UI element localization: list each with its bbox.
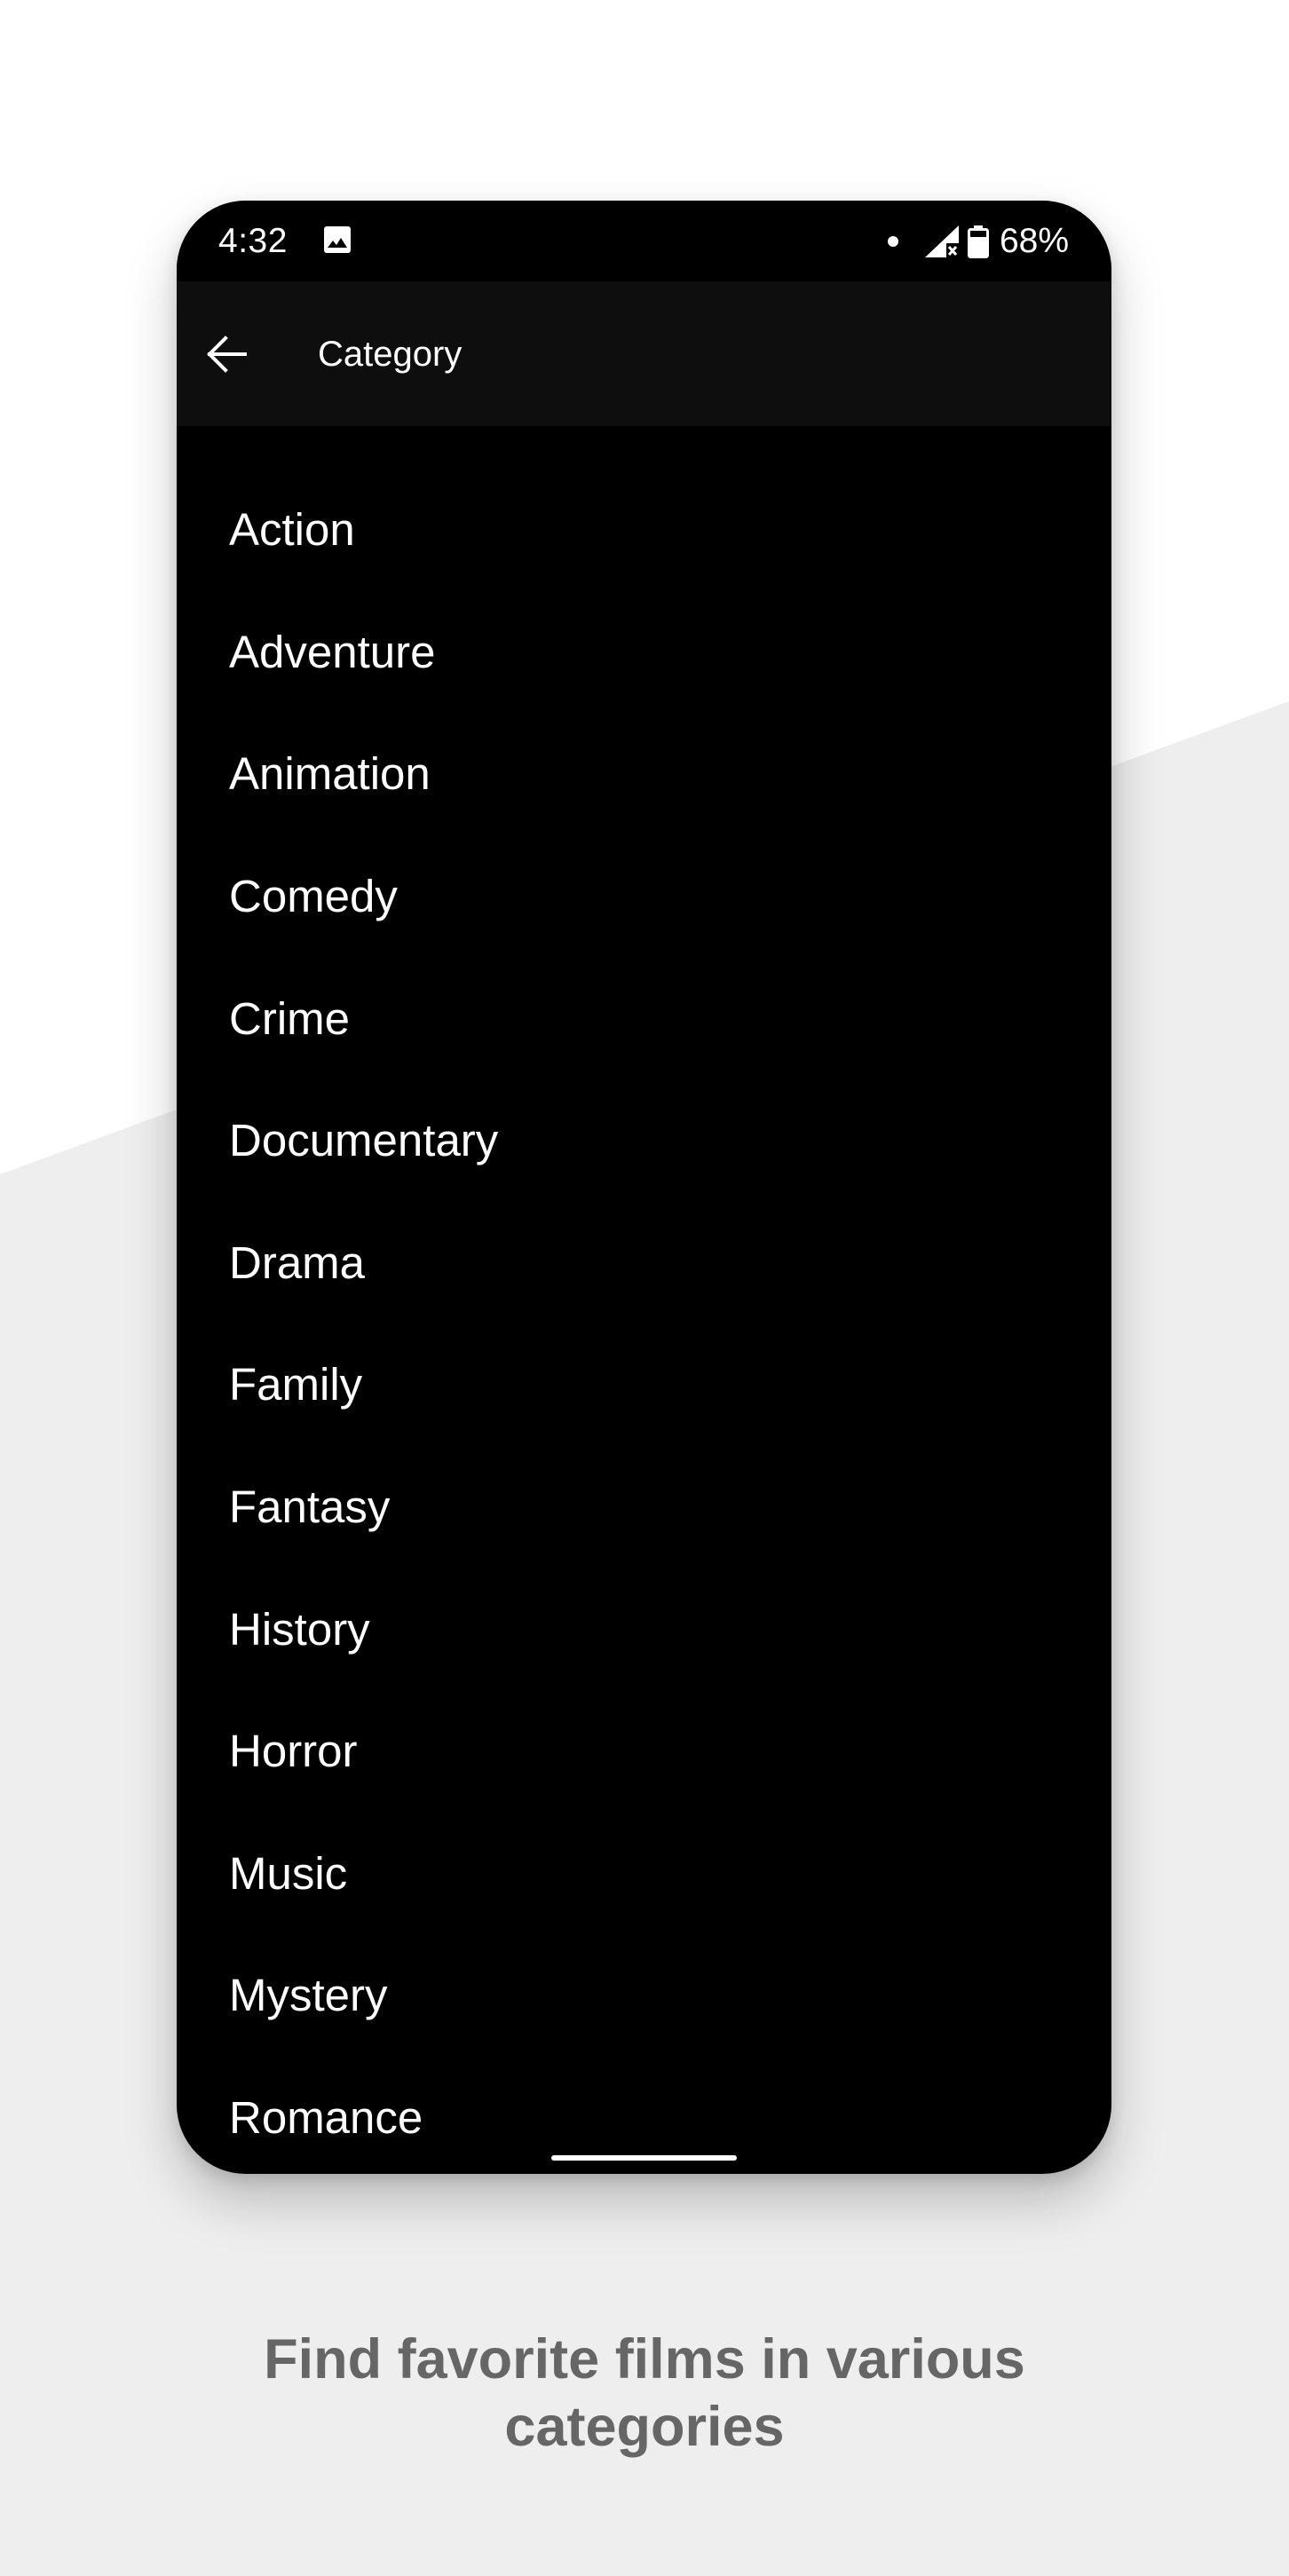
category-item-music[interactable]: Music <box>177 1813 1111 1935</box>
battery-percent: 68% <box>999 222 1069 260</box>
app-bar: Category <box>177 281 1111 426</box>
signal-no-data-icon <box>924 225 959 257</box>
category-item-adventure[interactable]: Adventure <box>177 591 1111 714</box>
caption-line-1: Find favorite films in various <box>264 2328 1025 2390</box>
status-right-group: 68% <box>887 220 1069 263</box>
promo-caption: Find favorite films in various categorie… <box>0 2326 1289 2461</box>
status-time: 4:32 <box>218 222 288 260</box>
home-indicator[interactable] <box>551 2155 737 2161</box>
page-title: Category <box>318 335 463 374</box>
phone-frame: 4:32 68% Category Action Adventure Anima… <box>177 201 1111 2174</box>
category-item-animation[interactable]: Animation <box>177 713 1111 835</box>
category-item-crime[interactable]: Crime <box>177 957 1111 1079</box>
category-item-fantasy[interactable]: Fantasy <box>177 1446 1111 1569</box>
category-item-horror[interactable]: Horror <box>177 1690 1111 1813</box>
status-bar: 4:32 68% <box>177 201 1111 281</box>
image-icon <box>324 226 351 253</box>
notification-dot-icon <box>887 236 898 247</box>
category-item-action[interactable]: Action <box>177 469 1111 591</box>
battery-icon <box>967 225 989 258</box>
category-item-mystery[interactable]: Mystery <box>177 1934 1111 2057</box>
category-list: Action Adventure Animation Comedy Crime … <box>177 426 1111 2174</box>
category-item-history[interactable]: History <box>177 1568 1111 1690</box>
category-item-drama[interactable]: Drama <box>177 1202 1111 1324</box>
category-item-documentary[interactable]: Documentary <box>177 1079 1111 1202</box>
caption-line-2: categories <box>504 2396 785 2458</box>
back-button[interactable] <box>200 328 253 381</box>
category-item-comedy[interactable]: Comedy <box>177 835 1111 958</box>
arrow-left-icon <box>207 336 247 373</box>
category-item-family[interactable]: Family <box>177 1324 1111 1446</box>
